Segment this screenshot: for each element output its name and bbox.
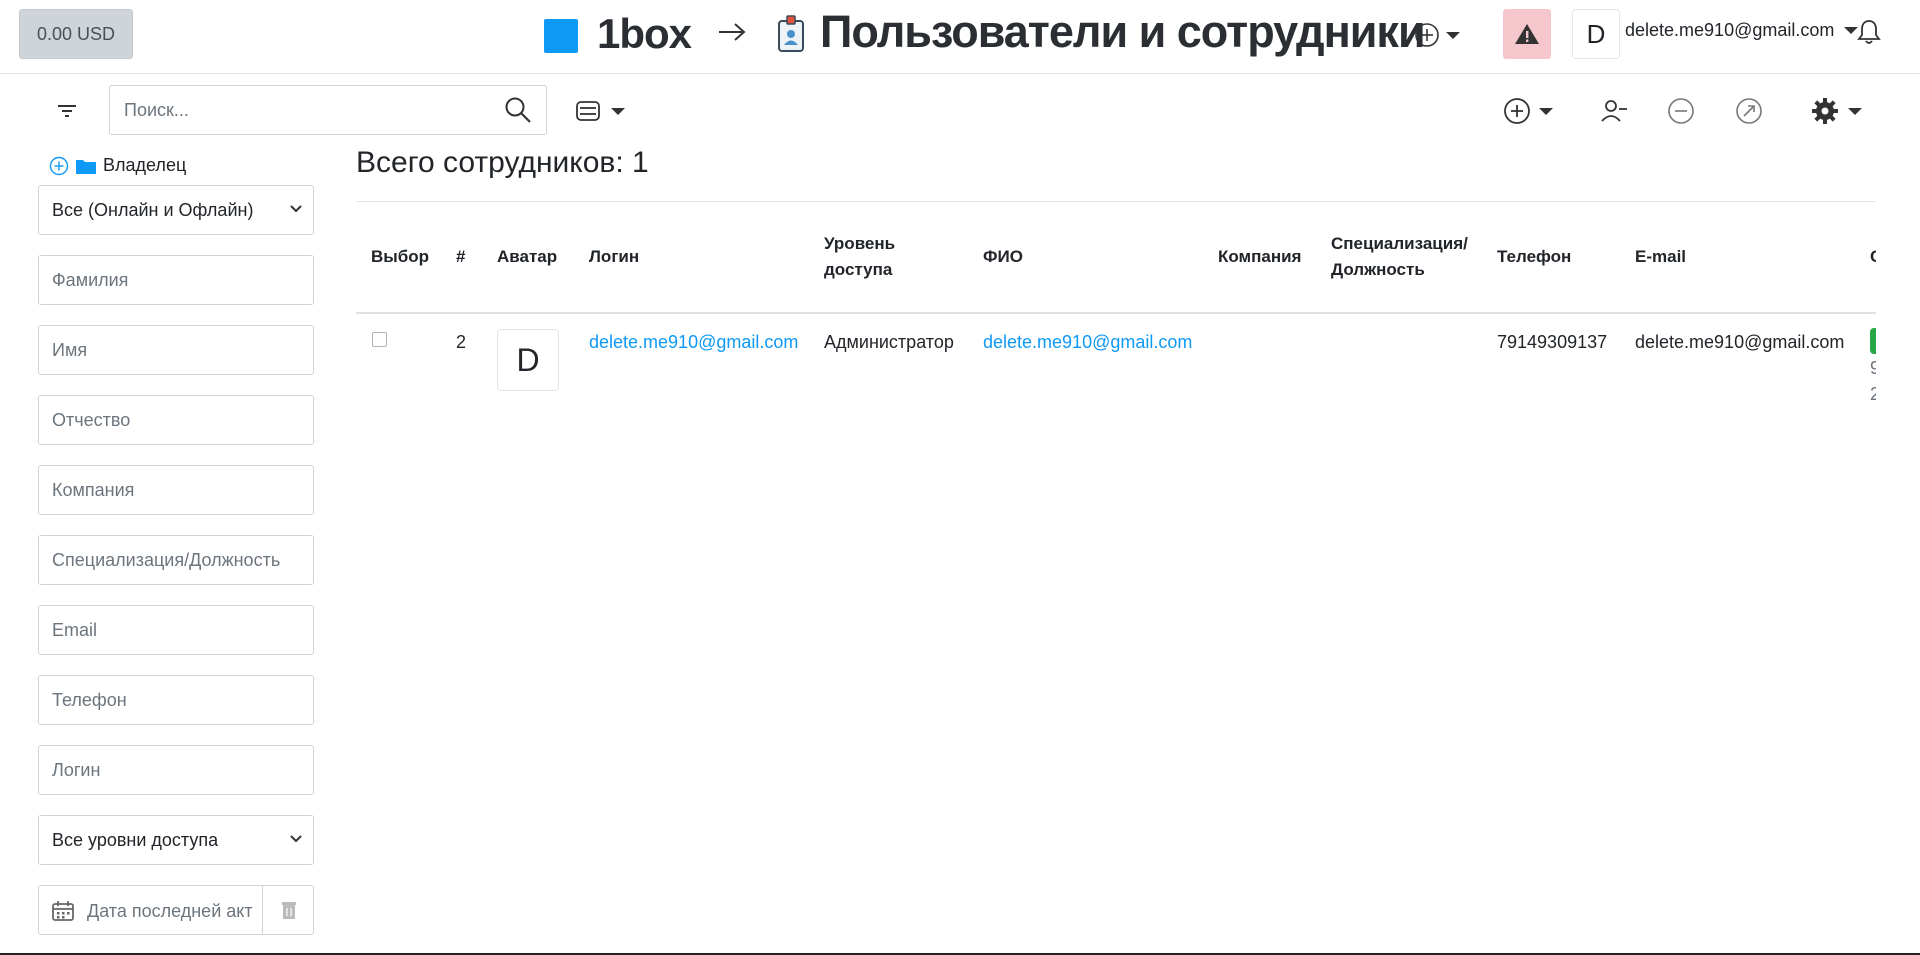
- col-header-phone[interactable]: Телефон: [1497, 202, 1571, 312]
- chevron-down-icon: [1848, 107, 1862, 115]
- title-add-dropdown[interactable]: [1414, 20, 1470, 50]
- add-icon: [1504, 98, 1530, 124]
- owner-label[interactable]: Владелец: [103, 155, 186, 176]
- login-field: [38, 745, 314, 795]
- login-input[interactable]: [39, 746, 313, 794]
- lastname-field: [38, 255, 314, 305]
- position-input[interactable]: [39, 536, 313, 584]
- settings-dropdown[interactable]: [1810, 95, 1870, 127]
- user-avatar[interactable]: D: [1572, 9, 1620, 59]
- search-input[interactable]: [110, 86, 490, 134]
- row-email: delete.me910@gmail.com: [1635, 332, 1845, 352]
- warning-button[interactable]: [1503, 9, 1551, 59]
- col-header-access-level[interactable]: Уровень доступа: [824, 202, 934, 312]
- patronymic-input[interactable]: [39, 396, 313, 444]
- position-field: [38, 535, 314, 585]
- minus-circle-icon[interactable]: [1667, 97, 1695, 125]
- email-input[interactable]: [39, 606, 313, 654]
- col-header-fio[interactable]: ФИО: [983, 202, 1023, 312]
- bell-icon[interactable]: [1857, 18, 1881, 46]
- add-dropdown[interactable]: [1503, 96, 1563, 126]
- top-header: 0.00 USD 1box Пользователи и сотрудники …: [0, 0, 1920, 74]
- access-level-value: Все уровни доступа: [52, 829, 219, 850]
- warning-icon: [1515, 24, 1539, 44]
- col-header-login[interactable]: Логин: [589, 202, 639, 312]
- firstname-input[interactable]: [39, 326, 313, 374]
- page-title: Пользователи и сотрудники: [820, 6, 1426, 57]
- row-avatar[interactable]: D: [497, 329, 559, 391]
- firstname-field: [38, 325, 314, 375]
- last-activity-date-field[interactable]: Дата последней акт: [38, 885, 314, 935]
- add-owner-icon[interactable]: [49, 156, 69, 176]
- row-fio[interactable]: delete.me910@gmail.com: [983, 332, 1192, 352]
- chevron-down-icon: [290, 205, 302, 213]
- row-phone: 79149309137: [1497, 332, 1608, 352]
- clear-date-button[interactable]: [262, 886, 314, 934]
- status-select[interactable]: Все (Онлайн и Офлайн): [38, 185, 314, 235]
- logo-icon[interactable]: [544, 19, 578, 53]
- status-badge: [1870, 328, 1876, 354]
- owner-row: Владелец: [49, 155, 186, 176]
- calendar-icon: [52, 901, 74, 921]
- row-cut-text-2: 2: [1870, 384, 1876, 404]
- patronymic-field: [38, 395, 314, 445]
- col-header-position[interactable]: Специализация/ Должность: [1331, 202, 1481, 312]
- user-menu[interactable]: delete.me910@gmail.com: [1625, 20, 1859, 41]
- user-minus-icon[interactable]: [1600, 98, 1628, 124]
- row-login[interactable]: delete.me910@gmail.com: [589, 332, 798, 352]
- company-input[interactable]: [39, 466, 313, 514]
- chevron-down-icon: [290, 835, 302, 843]
- phone-input[interactable]: [39, 676, 313, 724]
- chevron-down-icon: [1539, 107, 1553, 115]
- col-header-cut[interactable]: С: [1870, 202, 1876, 312]
- col-header-avatar[interactable]: Аватар: [497, 202, 557, 312]
- employees-total: Всего сотрудников: 1: [356, 146, 649, 179]
- lastname-input[interactable]: [39, 256, 313, 304]
- chevron-down-icon: [1446, 31, 1460, 39]
- search-box: [109, 85, 547, 135]
- arrow-right-icon: [719, 23, 746, 41]
- folder-icon: [76, 159, 96, 174]
- row-login-link[interactable]: delete.me910@gmail.com: [589, 332, 798, 353]
- date-placeholder: Дата последней акт: [87, 901, 253, 921]
- col-header-company[interactable]: Компания: [1218, 202, 1301, 312]
- table-header-line: [356, 312, 1876, 314]
- phone-field: [38, 675, 314, 725]
- share-icon[interactable]: [1735, 97, 1763, 125]
- company-field: [38, 465, 314, 515]
- row-select-checkbox[interactable]: [372, 332, 387, 347]
- view-toggle-dropdown[interactable]: [575, 98, 631, 124]
- access-level-select[interactable]: Все уровни доступа: [38, 815, 314, 865]
- col-header-number[interactable]: #: [456, 202, 465, 312]
- plus-circle-icon: [1415, 23, 1439, 47]
- row-cut-text-1: 9: [1870, 358, 1876, 378]
- chevron-down-icon: [611, 107, 625, 115]
- search-icon[interactable]: [504, 96, 532, 124]
- logo-text[interactable]: 1box: [597, 10, 692, 58]
- gear-icon: [1812, 98, 1838, 124]
- id-badge-icon: [778, 15, 804, 52]
- user-email: delete.me910@gmail.com: [1625, 20, 1835, 40]
- col-header-select[interactable]: Выбор: [371, 202, 429, 312]
- trash-icon: [281, 902, 296, 919]
- balance-button[interactable]: 0.00 USD: [19, 9, 133, 59]
- view-toggle-icon: [576, 101, 600, 121]
- status-select-value: Все (Онлайн и Офлайн): [52, 199, 254, 220]
- row-fio-link[interactable]: delete.me910@gmail.com: [983, 332, 1192, 353]
- row-number: 2: [456, 332, 467, 352]
- col-header-email[interactable]: E-mail: [1635, 202, 1686, 312]
- filter-icon[interactable]: [55, 102, 79, 120]
- employees-table: Выбор # Аватар Логин Уровень доступа ФИО…: [356, 202, 1876, 422]
- row-access-level: Администратор: [824, 332, 954, 352]
- email-field: [38, 605, 314, 655]
